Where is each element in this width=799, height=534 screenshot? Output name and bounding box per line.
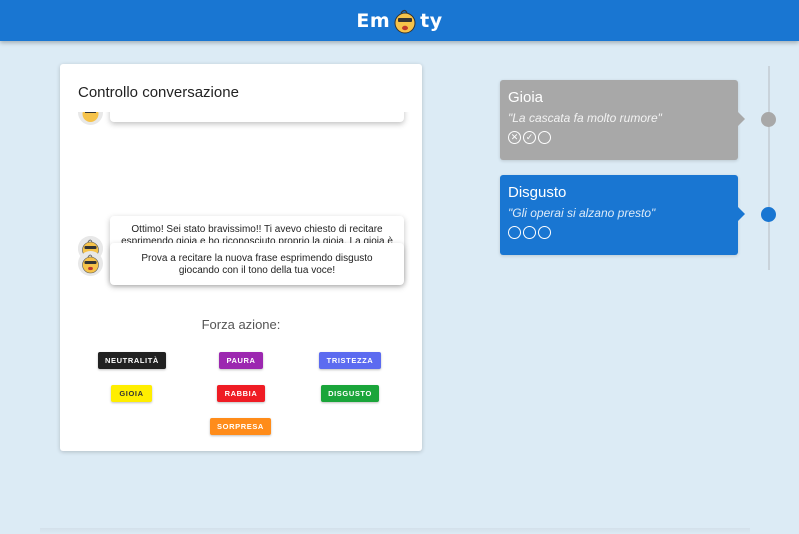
logo-text-right: ty: [420, 9, 443, 32]
attempt-icons: [508, 226, 730, 239]
empty-circle-icon: [508, 226, 521, 239]
chat-message: Prova a recitare la nuova frase esprimen…: [110, 243, 404, 285]
bottom-divider: [40, 528, 750, 534]
timeline-dot-done: [761, 112, 776, 127]
timeline-card-disgusto[interactable]: Disgusto "Gli operai si alzano presto": [500, 175, 745, 255]
x-circle-icon: ✕: [508, 131, 521, 144]
card-emotion: Gioia: [508, 89, 544, 106]
action-tristezza-button[interactable]: TRISTEZZA: [319, 352, 381, 369]
action-sorpresa-button[interactable]: SORPRESA: [210, 418, 271, 435]
app-logo[interactable]: Em ty: [356, 7, 442, 35]
card-emotion: Disgusto: [508, 184, 567, 201]
chat-message-previous: [110, 112, 404, 122]
action-rabbia-button[interactable]: RABBIA: [217, 385, 265, 402]
action-paura-button[interactable]: PAURA: [219, 352, 263, 369]
bot-avatar: [78, 251, 103, 276]
timeline-dot-current: [761, 207, 776, 222]
top-app-bar: Em ty: [0, 0, 799, 41]
timeline-line: [768, 66, 770, 270]
check-circle-icon: ✓: [523, 131, 536, 144]
card-phrase: "Gli operai si alzano presto": [508, 206, 656, 220]
attempt-icons: ✕ ✓: [508, 131, 730, 144]
empty-circle-icon: [538, 226, 551, 239]
empty-circle-icon: [523, 226, 536, 239]
action-neutralita-button[interactable]: NEUTRALITÀ: [98, 352, 166, 369]
baby-face-icon: [391, 7, 419, 35]
action-gioia-button[interactable]: GIOIA: [111, 385, 152, 402]
force-action-label: Forza azione:: [201, 317, 281, 332]
logo-text-left: Em: [356, 9, 391, 32]
empty-circle-icon: [538, 131, 551, 144]
action-disgusto-button[interactable]: DISGUSTO: [321, 385, 379, 402]
avatar: [78, 112, 103, 125]
conversation-control-panel: Controllo conversazione Ottimo! Sei stat…: [60, 64, 422, 451]
panel-title: Controllo conversazione: [78, 84, 239, 101]
timeline-card-gioia[interactable]: Gioia "La cascata fa molto rumore" ✕ ✓: [500, 80, 745, 160]
card-phrase: "La cascata fa molto rumore": [508, 111, 662, 125]
